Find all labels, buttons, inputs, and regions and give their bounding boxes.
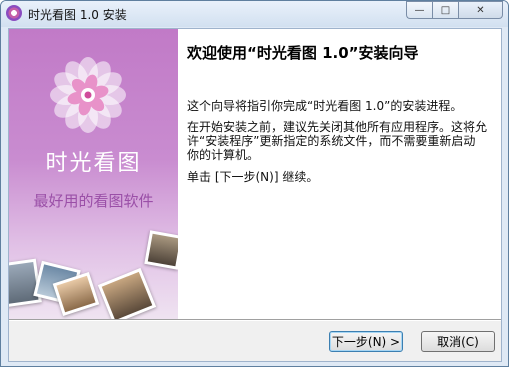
intro-text: 这个向导将指引你完成“时光看图 1.0”的安装进程。 xyxy=(187,99,463,113)
minimize-icon: — xyxy=(414,4,425,16)
window-title: 时光看图 1.0 安装 xyxy=(28,8,127,22)
close-icon: ✕ xyxy=(476,4,485,16)
welcome-heading: 欢迎使用“时光看图 1.0”安装向导 xyxy=(187,44,419,62)
button-bar: 下一步(N) > 取消(C) xyxy=(9,321,501,361)
photo-thumbnail xyxy=(144,230,178,270)
welcome-banner: 时光看图 最好用的看图软件 xyxy=(9,29,178,319)
installer-window: 时光看图 1.0 安装 — □ ✕ 时光看图 最好用的看图软件 欢迎使用“时光看… xyxy=(0,0,509,367)
maximize-icon: □ xyxy=(440,4,451,16)
photo-thumbnail xyxy=(97,267,157,319)
title-bar[interactable]: 时光看图 1.0 安装 — □ ✕ xyxy=(1,1,508,27)
continue-hint-text: 单击 [下一步(N)] 继续。 xyxy=(187,170,319,184)
brand-name: 时光看图 xyxy=(45,151,142,176)
close-button[interactable]: ✕ xyxy=(458,1,503,19)
wizard-content: 欢迎使用“时光看图 1.0”安装向导 这个向导将指引你完成“时光看图 1.0”的… xyxy=(178,29,501,319)
wizard-client-area: 时光看图 最好用的看图软件 欢迎使用“时光看图 1.0”安装向导 这个向导将指引… xyxy=(8,28,502,362)
minimize-button[interactable]: — xyxy=(406,1,432,19)
app-icon xyxy=(6,5,22,21)
cancel-button[interactable]: 取消(C) xyxy=(421,331,495,352)
maximize-button[interactable]: □ xyxy=(432,1,458,19)
advice-text: 在开始安装之前，建议先关闭其他所有应用程序。这将允许“安装程序”更新指定的系统文… xyxy=(187,120,488,162)
next-button[interactable]: 下一步(N) > xyxy=(329,331,403,352)
brand-slogan: 最好用的看图软件 xyxy=(33,192,154,210)
window-controls: — □ ✕ xyxy=(406,1,503,19)
flower-logo-icon xyxy=(50,57,126,133)
